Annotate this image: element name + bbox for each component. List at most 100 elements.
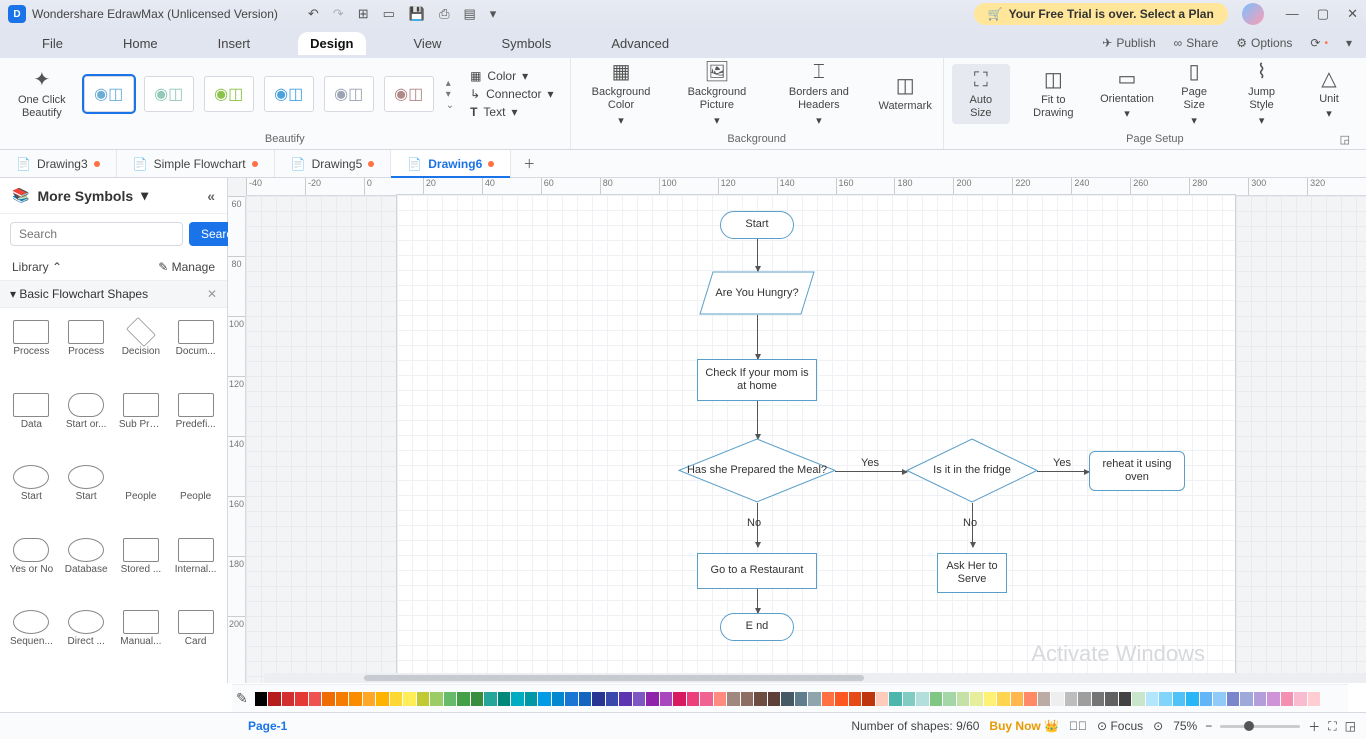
menu-advanced[interactable]: Advanced — [599, 32, 681, 55]
one-click-beautify-button[interactable]: ✦ One Click Beautify — [8, 64, 76, 124]
color-swatch[interactable] — [1024, 692, 1037, 706]
shape-item[interactable]: Sequen... — [6, 606, 57, 675]
shape-item[interactable]: Process — [6, 316, 57, 385]
color-swatch[interactable] — [727, 692, 740, 706]
text-menu[interactable]: T Text ▾ — [470, 105, 553, 119]
color-swatch[interactable] — [592, 692, 605, 706]
color-swatch[interactable] — [660, 692, 673, 706]
more-symbols-label[interactable]: More Symbols — [37, 188, 133, 204]
print-icon[interactable]: ⎙ — [439, 6, 449, 22]
color-swatch[interactable] — [903, 692, 916, 706]
menu-file[interactable]: File — [30, 32, 75, 55]
color-swatch[interactable] — [471, 692, 484, 706]
doc-tab[interactable]: 📄Drawing5 — [275, 150, 392, 177]
color-swatch[interactable] — [889, 692, 902, 706]
color-swatch[interactable] — [943, 692, 956, 706]
borders-headers-button[interactable]: ⌶Borders and Headers▾ — [770, 56, 867, 132]
flowchart-process[interactable]: Check If your mom is at home — [697, 359, 817, 401]
flowchart-end[interactable]: E nd — [720, 613, 794, 641]
color-swatch[interactable] — [1038, 692, 1051, 706]
color-swatch[interactable] — [1213, 692, 1226, 706]
shape-item[interactable]: Yes or No — [6, 534, 57, 603]
flowchart-process[interactable]: Go to a Restaurant — [697, 553, 817, 589]
maximize-button[interactable]: ▢ — [1317, 6, 1329, 22]
zoom-level[interactable]: 75% — [1173, 719, 1197, 733]
undo-icon[interactable]: ↶ — [308, 6, 319, 22]
color-swatch[interactable] — [1078, 692, 1091, 706]
color-swatch[interactable] — [1281, 692, 1294, 706]
presentation-icon[interactable]: ▶⃞ — [1069, 719, 1087, 733]
shape-item[interactable]: People — [170, 461, 221, 530]
color-swatch[interactable] — [322, 692, 335, 706]
shape-item[interactable]: Internal... — [170, 534, 221, 603]
close-button[interactable]: ✕ — [1347, 6, 1358, 22]
chevron-down-icon[interactable]: ▾ — [141, 187, 148, 204]
shape-item[interactable]: Start — [6, 461, 57, 530]
color-swatch[interactable] — [1267, 692, 1280, 706]
color-swatch[interactable] — [646, 692, 659, 706]
zoom-out-button[interactable]: − — [1205, 719, 1212, 733]
color-swatch[interactable] — [1132, 692, 1145, 706]
color-swatch[interactable] — [984, 692, 997, 706]
color-swatch[interactable] — [1159, 692, 1172, 706]
color-swatch[interactable] — [1065, 692, 1078, 706]
theme-gallery-nav[interactable]: ▴▾⌄ — [442, 78, 454, 111]
library-link[interactable]: Library ⌃ — [12, 260, 62, 274]
color-swatch[interactable] — [822, 692, 835, 706]
focus-button[interactable]: ⊙ Focus — [1097, 719, 1143, 733]
shape-item[interactable]: People — [116, 461, 167, 530]
color-swatch[interactable] — [390, 692, 403, 706]
theme-card[interactable]: ◉◫ — [384, 76, 434, 112]
flowchart-decision[interactable]: Has she Prepared the Meal? — [679, 439, 835, 503]
notifications-icon[interactable]: ⟳• — [1310, 36, 1328, 50]
open-icon[interactable]: ▭ — [383, 6, 395, 22]
theme-card[interactable]: ◉◫ — [204, 76, 254, 112]
background-picture-button[interactable]: 🖼Background Picture▾ — [672, 56, 763, 132]
close-panel-button[interactable]: ✕ — [207, 287, 217, 301]
minimize-button[interactable]: — — [1286, 6, 1299, 22]
color-swatch[interactable] — [795, 692, 808, 706]
color-swatch[interactable] — [1254, 692, 1267, 706]
color-swatch[interactable] — [376, 692, 389, 706]
color-swatch[interactable] — [1186, 692, 1199, 706]
shape-item[interactable]: Start — [61, 461, 112, 530]
background-color-button[interactable]: ▦Background Color▾ — [579, 56, 664, 132]
color-swatch[interactable] — [997, 692, 1010, 706]
color-swatch[interactable] — [835, 692, 848, 706]
color-swatch[interactable] — [444, 692, 457, 706]
orientation-button[interactable]: ▭Orientation▾ — [1097, 63, 1157, 125]
publish-button[interactable]: ✈ Publish — [1102, 36, 1155, 50]
color-swatch[interactable] — [1227, 692, 1240, 706]
unit-button[interactable]: △Unit▾ — [1300, 63, 1358, 125]
color-swatch[interactable] — [565, 692, 578, 706]
zoom-slider[interactable] — [1220, 725, 1300, 728]
color-swatch[interactable] — [714, 692, 727, 706]
theme-card[interactable]: ◉◫ — [324, 76, 374, 112]
color-swatch[interactable] — [1146, 692, 1159, 706]
color-swatch[interactable] — [1308, 692, 1321, 706]
theme-card[interactable]: ◉◫ — [144, 76, 194, 112]
color-swatch[interactable] — [1051, 692, 1064, 706]
flowchart-start[interactable]: Start — [720, 211, 794, 239]
trial-notice[interactable]: 🛒 Your Free Trial is over. Select a Plan — [974, 3, 1228, 25]
color-swatch[interactable] — [687, 692, 700, 706]
color-swatch[interactable] — [754, 692, 767, 706]
doc-tab-active[interactable]: 📄Drawing6 — [391, 150, 511, 177]
color-swatch[interactable] — [1200, 692, 1213, 706]
color-swatch[interactable] — [862, 692, 875, 706]
play-icon[interactable]: ⊙ — [1153, 719, 1163, 733]
flowchart-decision[interactable]: Is it in the fridge — [907, 439, 1037, 503]
color-swatch[interactable] — [484, 692, 497, 706]
fullscreen-icon[interactable]: ◲ — [1345, 719, 1356, 733]
color-swatch[interactable] — [930, 692, 943, 706]
shape-item[interactable]: Card — [170, 606, 221, 675]
buy-now-link[interactable]: Buy Now 👑 — [989, 719, 1059, 733]
color-swatch[interactable] — [1294, 692, 1307, 706]
shape-item[interactable]: Start or... — [61, 389, 112, 458]
redo-icon[interactable]: ↷ — [333, 6, 344, 22]
export-icon[interactable]: ▤ — [464, 6, 476, 22]
flowchart-process[interactable]: reheat it using oven — [1089, 451, 1185, 491]
save-icon[interactable]: 💾 — [409, 6, 425, 22]
theme-card[interactable]: ◉◫ — [84, 76, 134, 112]
shape-item[interactable]: Decision — [116, 316, 167, 385]
